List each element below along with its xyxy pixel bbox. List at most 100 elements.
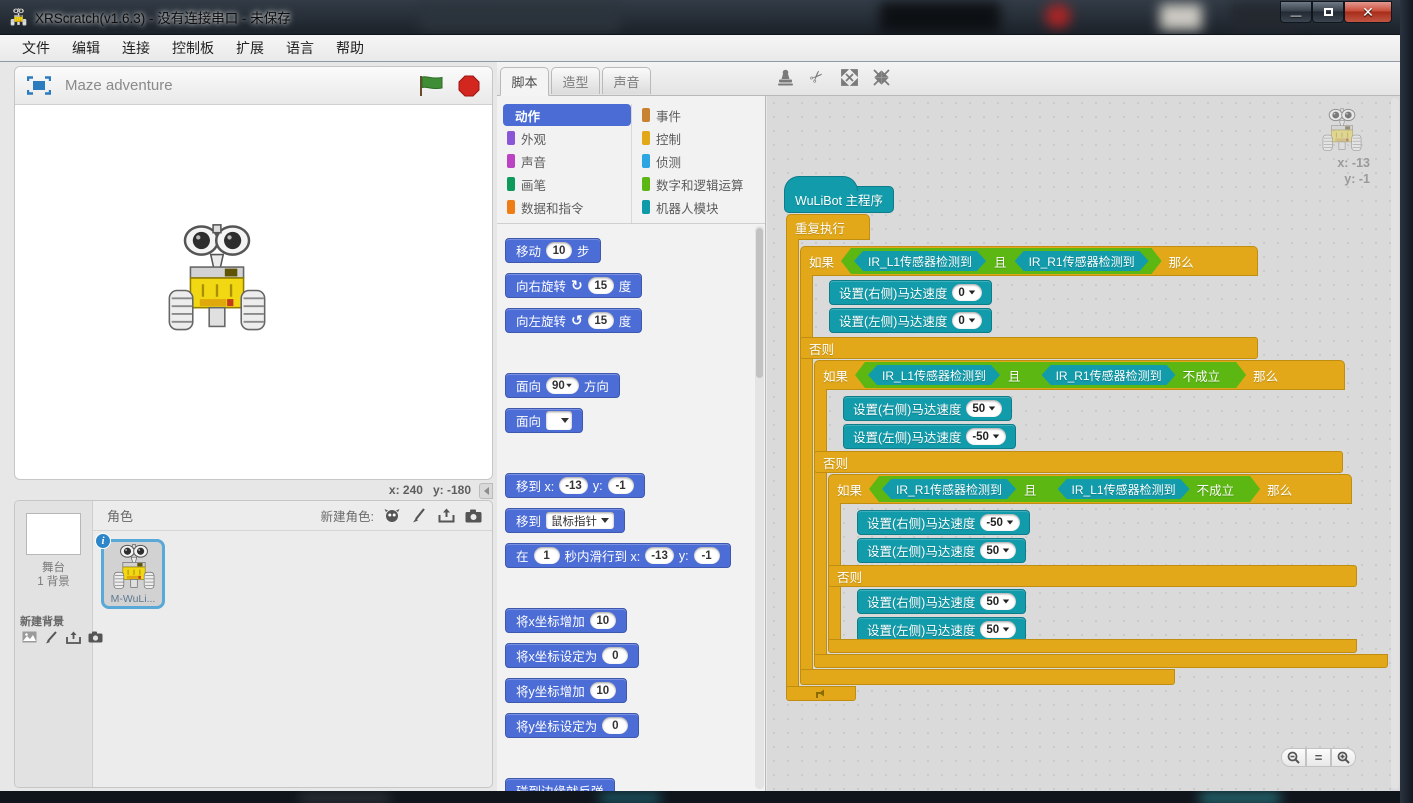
number-input[interactable]: -13 [645, 547, 674, 564]
sensor-ir-l1[interactable]: IR_L1传感器检测到 [1058, 479, 1190, 499]
number-input[interactable]: 0 [602, 647, 628, 664]
palette-block-1[interactable]: 向右旋转↻15度 [505, 273, 642, 298]
category-9[interactable]: 机器人模块 [638, 196, 760, 218]
category-1[interactable]: 事件 [638, 104, 760, 126]
upload-sprite-icon[interactable] [437, 508, 455, 524]
category-2[interactable]: 外观 [503, 127, 631, 149]
category-0[interactable]: 动作 [503, 104, 631, 126]
motor-speed-dropdown[interactable]: 50 [966, 400, 1002, 417]
sensor-ir-r1[interactable]: IR_R1传感器检测到 [1015, 251, 1149, 271]
green-flag-button[interactable] [418, 75, 444, 97]
motor-block-1[interactable]: 设置(右侧)马达速度 0 [829, 280, 992, 305]
and-operator-1[interactable]: IR_L1传感器检测到 且 IR_R1传感器检测到 [841, 248, 1162, 274]
menu-item-4[interactable]: 扩展 [226, 35, 274, 61]
category-6[interactable]: 画笔 [503, 173, 631, 195]
palette-block-6[interactable]: 移到鼠标指针 [505, 508, 625, 533]
category-5[interactable]: 侦测 [638, 150, 760, 172]
close-button[interactable]: ✕ [1344, 1, 1392, 23]
upload-backdrop-icon[interactable] [64, 629, 82, 645]
number-input[interactable]: 15 [588, 312, 614, 329]
if-block-1-top[interactable]: 如果 IR_L1传感器检测到 且 IR_R1传感器检测到 那么 [800, 246, 1258, 276]
script-area[interactable]: x: -13 y: -1 WuLiBot 主程序 重复执行 如果 IR_L1传感… [767, 96, 1400, 791]
sprite-library-icon[interactable] [383, 508, 401, 524]
number-input[interactable]: 15 [588, 277, 614, 294]
motor-block-7[interactable]: 设置(右侧)马达速度 50 [857, 589, 1026, 614]
zoom-in-button[interactable] [1331, 748, 1356, 767]
menu-item-6[interactable]: 帮助 [326, 35, 374, 61]
paint-sprite-icon[interactable] [410, 508, 428, 524]
motor-block-2[interactable]: 设置(左侧)马达速度 0 [829, 308, 992, 333]
palette-block-7[interactable]: 在1秒内滑行到 x:-13y:-1 [505, 543, 731, 568]
if-block-2-top[interactable]: 如果 IR_L1传感器检测到 且 IR_R1传感器检测到 不成立 那么 [814, 360, 1345, 390]
stage-thumbnail[interactable] [26, 513, 81, 555]
palette-block-5[interactable]: 移到 x:-13y:-1 [505, 473, 645, 498]
motor-block-6[interactable]: 设置(左侧)马达速度 50 [857, 538, 1026, 563]
maximize-button[interactable] [1312, 1, 1344, 23]
motor-speed-dropdown[interactable]: -50 [966, 428, 1006, 445]
stage-canvas[interactable] [15, 105, 492, 463]
not-operator[interactable]: IR_R1传感器检测到 不成立 [1029, 364, 1234, 386]
motor-speed-dropdown[interactable]: 50 [980, 621, 1016, 638]
category-4[interactable]: 声音 [503, 150, 631, 172]
stage-sprite-robot[interactable] [167, 223, 267, 333]
motor-speed-dropdown[interactable]: -50 [980, 514, 1020, 531]
number-input[interactable]: 1 [534, 547, 560, 564]
sensor-ir-r1[interactable]: IR_R1传感器检测到 [1042, 365, 1176, 385]
script-scrollbar[interactable] [1391, 98, 1399, 789]
duplicate-stamp-icon[interactable] [775, 67, 795, 87]
palette-block-0[interactable]: 移动10步 [505, 238, 601, 263]
sprite-info-icon[interactable]: i [95, 533, 111, 549]
collapse-arrow-button[interactable] [479, 483, 493, 499]
menu-item-0[interactable]: 文件 [12, 35, 60, 61]
camera-backdrop-icon[interactable] [86, 629, 104, 645]
category-3[interactable]: 控制 [638, 127, 760, 149]
number-input[interactable]: 10 [590, 682, 616, 699]
number-dropdown[interactable]: 90 [546, 377, 579, 394]
menu-item-3[interactable]: 控制板 [162, 35, 224, 61]
motor-speed-dropdown[interactable]: 0 [952, 312, 981, 329]
number-input[interactable]: 10 [590, 612, 616, 629]
grow-sprite-icon[interactable] [839, 67, 859, 87]
empty-dropdown[interactable] [546, 411, 572, 430]
shrink-sprite-icon[interactable] [871, 67, 891, 87]
palette-block-10[interactable]: 将y坐标增加10 [505, 678, 627, 703]
palette-block-3[interactable]: 面向90方向 [505, 373, 620, 398]
palette-block-9[interactable]: 将x坐标设定为0 [505, 643, 639, 668]
zoom-reset-button[interactable]: = [1306, 748, 1331, 767]
if-block-3-top[interactable]: 如果 IR_R1传感器检测到 且 IR_L1传感器检测到 不成立 那么 [828, 474, 1352, 504]
motor-speed-dropdown[interactable]: 50 [980, 593, 1016, 610]
motor-block-4[interactable]: 设置(左侧)马达速度 -50 [843, 424, 1016, 449]
minimize-button[interactable]: — [1280, 1, 1312, 23]
sprite-card-selected[interactable]: i M-WuLi... [101, 539, 165, 609]
and-operator-2[interactable]: IR_L1传感器检测到 且 IR_R1传感器检测到 不成立 [855, 362, 1246, 388]
delete-scissors-icon[interactable]: ✂ [803, 63, 831, 91]
sensor-ir-l1[interactable]: IR_L1传感器检测到 [868, 365, 1000, 385]
palette-block-2[interactable]: 向左旋转↺15度 [505, 308, 642, 333]
palette-block-12[interactable]: 碰到边缘就反弹 [505, 778, 615, 791]
not-operator[interactable]: IR_L1传感器检测到 不成立 [1045, 478, 1248, 500]
and-operator-3[interactable]: IR_R1传感器检测到 且 IR_L1传感器检测到 不成立 [869, 476, 1260, 502]
motor-block-5[interactable]: 设置(右侧)马达速度 -50 [857, 510, 1030, 535]
number-input[interactable]: 0 [602, 717, 628, 734]
tab-1[interactable]: 造型 [551, 67, 600, 94]
palette-block-11[interactable]: 将y坐标设定为0 [505, 713, 639, 738]
tab-2[interactable]: 声音 [602, 67, 651, 94]
sensor-ir-r1[interactable]: IR_R1传感器检测到 [882, 479, 1016, 499]
motor-speed-dropdown[interactable]: 0 [952, 284, 981, 301]
menu-item-5[interactable]: 语言 [276, 35, 324, 61]
menu-item-2[interactable]: 连接 [112, 35, 160, 61]
forever-block-top[interactable]: 重复执行 [786, 214, 870, 240]
palette-block-4[interactable]: 面向 [505, 408, 583, 433]
hat-block-wulibot-main[interactable]: WuLiBot 主程序 [784, 186, 894, 213]
category-7[interactable]: 数字和逻辑运算 [638, 173, 760, 195]
palette-scrollbar[interactable] [755, 226, 764, 789]
sensor-ir-l1[interactable]: IR_L1传感器检测到 [854, 251, 986, 271]
paint-backdrop-icon[interactable] [42, 629, 60, 645]
zoom-out-button[interactable] [1281, 748, 1306, 767]
backdrop-library-icon[interactable] [20, 629, 38, 645]
dropdown[interactable]: 鼠标指针 [546, 512, 614, 529]
motor-block-3[interactable]: 设置(右侧)马达速度 50 [843, 396, 1012, 421]
tab-0[interactable]: 脚本 [500, 67, 549, 96]
number-input[interactable]: 10 [546, 242, 572, 259]
number-input[interactable]: -1 [608, 477, 634, 494]
